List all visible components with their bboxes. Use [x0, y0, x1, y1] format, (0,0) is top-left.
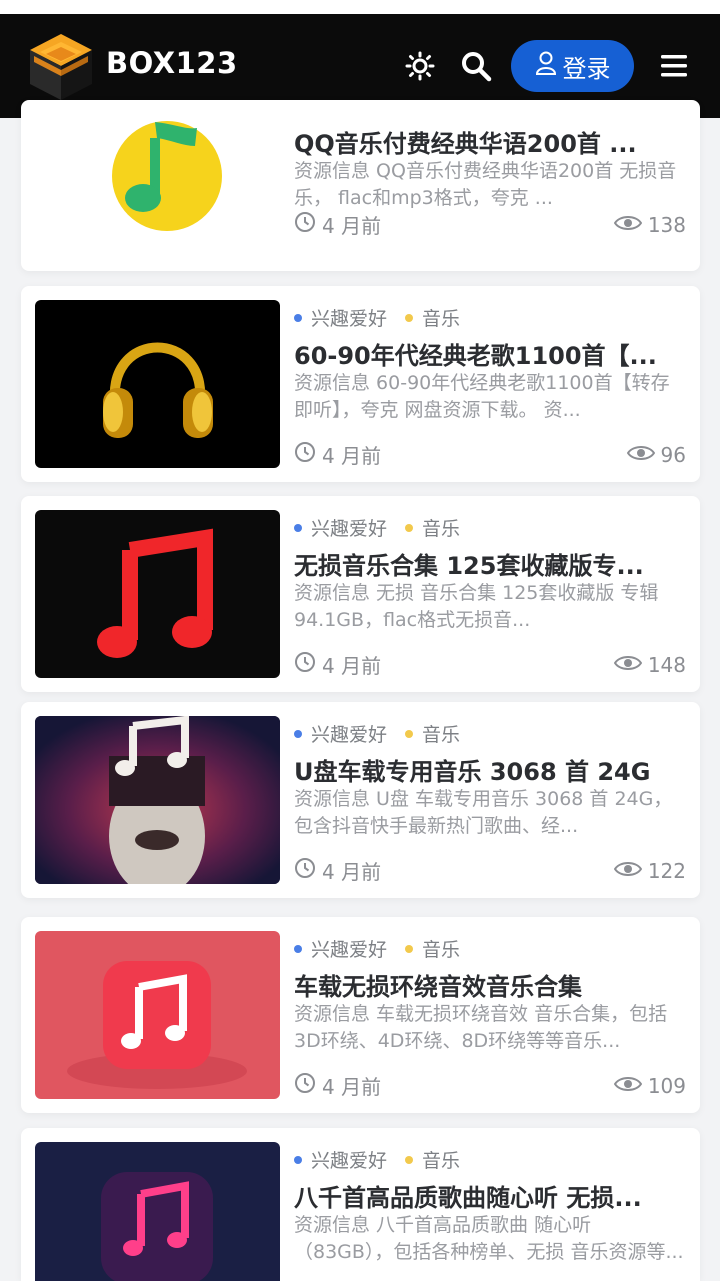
menu-icon[interactable]	[656, 48, 692, 84]
eye-icon	[626, 443, 655, 467]
post-categories: 兴趣爱好 音乐	[294, 514, 460, 541]
post-card[interactable]: QQ音乐付费经典华语200首 ... 资源信息 QQ音乐付费经典华语200首 无…	[21, 100, 700, 271]
post-card[interactable]: 兴趣爱好 音乐 八千首高品质歌曲随心听 无损... 资源信息 八千首高品质歌曲 …	[21, 1128, 700, 1281]
post-views: 138	[647, 212, 686, 237]
category-hobby[interactable]: 兴趣爱好	[294, 1146, 387, 1173]
clock-icon	[294, 211, 316, 238]
category-music[interactable]: 音乐	[405, 720, 460, 747]
category-music[interactable]: 音乐	[405, 304, 460, 331]
login-label: 登录	[562, 54, 611, 83]
category-hobby[interactable]: 兴趣爱好	[294, 935, 387, 962]
post-title[interactable]: U盘车载专用音乐 3068 首 24G	[294, 752, 686, 787]
post-card[interactable]: 兴趣爱好 音乐 U盘车载专用音乐 3068 首 24G 资源信息 U盘 车载专用…	[21, 702, 700, 898]
post-time: 4 月前	[322, 654, 382, 678]
post-thumbnail[interactable]	[35, 716, 280, 884]
category-music[interactable]: 音乐	[405, 514, 460, 541]
user-icon	[535, 51, 557, 81]
post-description: 资源信息 八千首高品质歌曲 随心听（83GB），包括各种榜单、无损 音乐资源等.…	[294, 1214, 684, 1263]
post-meta: 4 月前 148	[294, 650, 686, 679]
brand-name[interactable]: BOX123	[106, 46, 238, 80]
post-thumbnail[interactable]	[35, 100, 280, 261]
post-thumbnail[interactable]	[35, 300, 280, 468]
post-title[interactable]: 60-90年代经典老歌1100首【...	[294, 336, 686, 371]
post-meta: 4 月前 96	[294, 440, 686, 469]
post-description: 资源信息 车载无损环绕音效 音乐合集，包括3D环绕、4D环绕、8D环绕等等音乐.…	[294, 1003, 668, 1052]
post-description: 资源信息 无损 音乐合集 125套收藏版 专辑 94.1GB，flac格式无损音…	[294, 582, 659, 631]
post-thumbnail[interactable]	[35, 1142, 280, 1281]
post-categories: 兴趣爱好 音乐	[294, 720, 460, 747]
box-logo-icon[interactable]	[26, 30, 96, 102]
post-time: 4 月前	[322, 860, 382, 884]
eye-icon	[613, 1074, 642, 1098]
category-hobby[interactable]: 兴趣爱好	[294, 720, 387, 747]
post-categories: 兴趣爱好 音乐	[294, 1146, 460, 1173]
post-description: 资源信息 U盘 车载专用音乐 3068 首 24G，包含抖音快手最新热门歌曲、经…	[294, 788, 673, 837]
post-time: 4 月前	[322, 214, 382, 238]
eye-icon	[613, 653, 642, 677]
post-time: 4 月前	[322, 1075, 382, 1099]
post-card[interactable]: 兴趣爱好 音乐 无损音乐合集 125套收藏版专... 资源信息 无损 音乐合集 …	[21, 496, 700, 692]
post-card[interactable]: 兴趣爱好 音乐 车载无损环绕音效音乐合集 资源信息 车载无损环绕音效 音乐合集，…	[21, 917, 700, 1113]
clock-icon	[294, 857, 316, 884]
post-thumbnail[interactable]	[35, 931, 280, 1099]
login-button[interactable]: 登录	[511, 40, 634, 92]
category-music[interactable]: 音乐	[405, 1146, 460, 1173]
post-meta: 4 月前 138	[294, 210, 686, 239]
eye-icon	[613, 859, 642, 883]
status-bar	[0, 0, 720, 14]
clock-icon	[294, 441, 316, 468]
post-description: 资源信息 60-90年代经典老歌1100首【转存即听】，夸克 网盘资源下载。 资…	[294, 372, 670, 421]
post-time: 4 月前	[322, 444, 382, 468]
post-views: 109	[647, 1073, 686, 1098]
post-title[interactable]: QQ音乐付费经典华语200首 ...	[294, 124, 686, 159]
category-hobby[interactable]: 兴趣爱好	[294, 514, 387, 541]
post-card[interactable]: 兴趣爱好 音乐 60-90年代经典老歌1100首【... 资源信息 60-90年…	[21, 286, 700, 482]
eye-icon	[613, 213, 642, 237]
theme-sun-icon[interactable]	[402, 48, 438, 84]
post-views: 96	[660, 442, 686, 467]
post-title[interactable]: 无损音乐合集 125套收藏版专...	[294, 546, 686, 581]
post-title[interactable]: 车载无损环绕音效音乐合集	[294, 967, 686, 1002]
post-title[interactable]: 八千首高品质歌曲随心听 无损...	[294, 1178, 686, 1213]
post-description: 资源信息 QQ音乐付费经典华语200首 无损音乐， flac和mp3格式，夸克 …	[294, 160, 677, 209]
post-meta: 4 月前 122	[294, 856, 686, 885]
post-categories: 兴趣爱好 音乐	[294, 935, 460, 962]
post-categories: 兴趣爱好 音乐	[294, 304, 460, 331]
category-hobby[interactable]: 兴趣爱好	[294, 304, 387, 331]
category-music[interactable]: 音乐	[405, 935, 460, 962]
post-thumbnail[interactable]	[35, 510, 280, 678]
clock-icon	[294, 1072, 316, 1099]
clock-icon	[294, 651, 316, 678]
post-meta: 4 月前 109	[294, 1071, 686, 1100]
post-views: 148	[647, 652, 686, 677]
post-views: 122	[647, 858, 686, 883]
search-icon[interactable]	[458, 48, 494, 84]
